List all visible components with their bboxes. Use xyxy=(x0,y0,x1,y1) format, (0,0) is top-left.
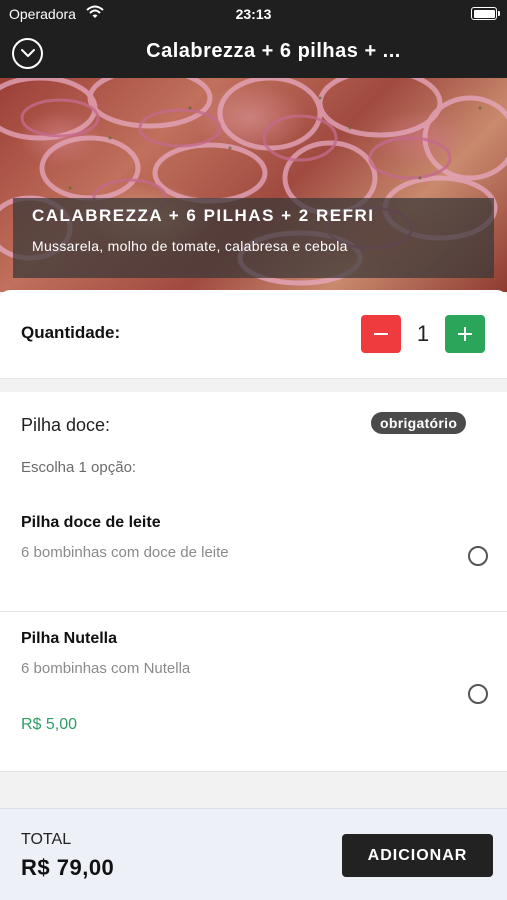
status-time: 23:13 xyxy=(235,6,272,22)
option-group-title: Pilha doce: xyxy=(21,415,111,435)
plus-icon xyxy=(458,327,472,341)
option-description: 6 bombinhas com doce de leite xyxy=(21,544,229,561)
product-info-overlay: CALABREZZA + 6 PILHAS + 2 REFRI Mussarel… xyxy=(13,198,494,278)
option-group-hint: Escolha 1 opção: xyxy=(21,459,137,476)
option-group-card: Pilha doce: obrigatório Escolha 1 opção:… xyxy=(0,392,507,772)
add-to-cart-button[interactable]: ADICIONAR xyxy=(342,834,493,877)
option-name: Pilha Nutella xyxy=(21,630,118,647)
order-footer: TOTAL R$ 79,00 ADICIONAR xyxy=(0,808,507,900)
chevron-down-circle-icon[interactable] xyxy=(12,38,43,69)
quantity-label: Quantidade: xyxy=(21,323,121,342)
option-item[interactable]: Pilha doce de leite 6 bombinhas com doce… xyxy=(0,496,507,612)
nav-bar: Calabrezza + 6 pilhas + ... xyxy=(0,28,507,78)
total-value: R$ 79,00 xyxy=(21,855,115,880)
option-radio[interactable] xyxy=(468,546,488,566)
product-name: CALABREZZA + 6 PILHAS + 2 REFRI xyxy=(32,206,375,225)
option-radio[interactable] xyxy=(468,684,488,704)
option-item[interactable]: Pilha Nutella 6 bombinhas com Nutella R$… xyxy=(0,612,507,772)
option-price: R$ 5,00 xyxy=(21,716,78,733)
total-label: TOTAL xyxy=(21,831,72,848)
product-description: Mussarela, molho de tomate, calabresa e … xyxy=(32,238,348,254)
status-bar: Operadora 23:13 xyxy=(0,0,507,28)
product-image: CALABREZZA + 6 PILHAS + 2 REFRI Mussarel… xyxy=(0,78,507,292)
battery-icon xyxy=(471,7,500,20)
quantity-value: 1 xyxy=(416,321,430,346)
minus-icon xyxy=(374,333,388,335)
increase-quantity-button[interactable] xyxy=(445,315,485,353)
page-title: Calabrezza + 6 pilhas + ... xyxy=(146,40,401,62)
option-description: 6 bombinhas com Nutella xyxy=(21,660,191,677)
option-name: Pilha doce de leite xyxy=(21,514,161,531)
decrease-quantity-button[interactable] xyxy=(361,315,401,353)
required-badge: obrigatório xyxy=(371,412,467,434)
quantity-card: Quantidade: 1 xyxy=(0,290,507,379)
